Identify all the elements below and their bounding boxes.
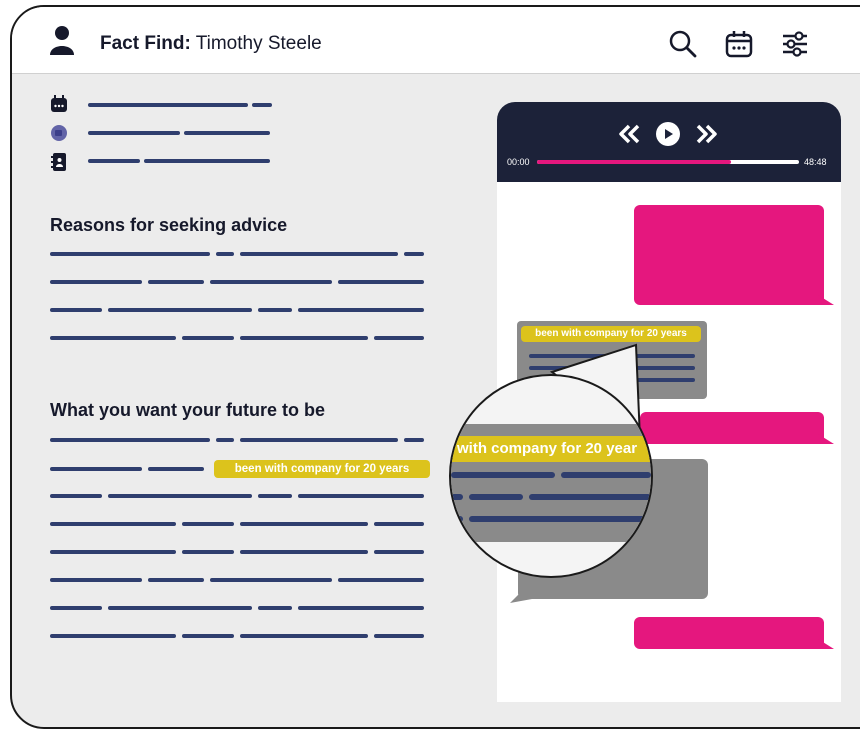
text-line <box>50 336 430 340</box>
fast-forward-icon[interactable] <box>695 122 719 146</box>
teams-icon <box>51 125 67 141</box>
magnifier-lens: with company for 20 year <box>449 374 653 578</box>
audio-player: 00:00 48:48 <box>497 102 841 182</box>
text-line <box>50 634 430 638</box>
title-label: Fact Find: <box>100 33 191 54</box>
client-name: Timothy Steele <box>190 33 322 54</box>
text-line <box>50 550 430 554</box>
section-heading-future: What you want your future to be <box>50 400 325 420</box>
contact-book-icon <box>51 153 66 171</box>
meta-line <box>88 131 288 135</box>
rewind-icon[interactable] <box>617 122 641 146</box>
meta-line <box>88 159 288 163</box>
calendar-icon <box>51 95 67 112</box>
progress-track[interactable] <box>537 160 799 164</box>
play-icon[interactable] <box>655 121 681 147</box>
magnified-highlight: with company for 20 year <box>451 436 651 462</box>
text-line <box>50 252 430 256</box>
current-time: 00:00 <box>507 157 530 167</box>
text-line <box>50 522 430 526</box>
text-line <box>50 494 430 498</box>
section-heading-reasons: Reasons for seeking advice <box>50 215 288 235</box>
total-time: 48:48 <box>804 157 827 167</box>
message-bubble-advisor <box>640 412 834 444</box>
text-line <box>50 308 430 312</box>
header-bar: Fact Find: Timothy Steele <box>12 7 860 74</box>
page-title: Fact Find: Timothy Steele <box>100 33 322 55</box>
text-line <box>50 438 430 442</box>
message-bubble-advisor <box>634 205 834 305</box>
highlight-phrase: been with company for 20 years <box>214 460 430 478</box>
meta-line <box>88 103 288 107</box>
text-line <box>50 280 430 284</box>
message-bubble-advisor <box>634 617 834 649</box>
text-line <box>50 578 430 582</box>
text-line <box>50 606 430 610</box>
search-icon[interactable] <box>668 29 698 59</box>
calendar-icon[interactable] <box>724 29 754 59</box>
text-line <box>50 467 210 471</box>
app-window: Fact Find: Timothy Steele Reasons for se… <box>10 5 860 729</box>
filter-icon[interactable] <box>780 29 810 59</box>
user-icon <box>50 26 74 55</box>
progress-fill <box>537 160 731 164</box>
